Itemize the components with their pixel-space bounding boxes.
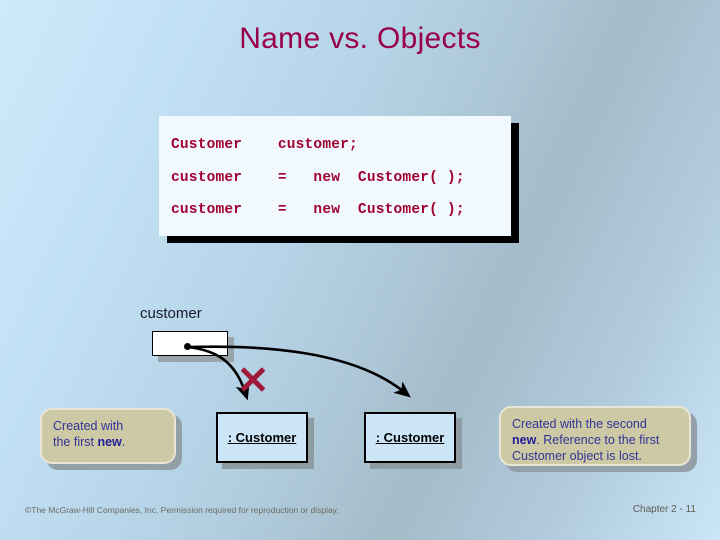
- object-box-label: : Customer: [227, 430, 297, 445]
- callout-text: Created with the second new. Reference to…: [512, 417, 660, 463]
- object-box-second: : Customer: [364, 412, 456, 463]
- page-number: Chapter 2 - 11: [632, 504, 696, 515]
- broken-reference-x-icon: [238, 364, 268, 394]
- code-line: customer = new Customer( );: [171, 170, 465, 186]
- object-box-label: : Customer: [375, 430, 445, 445]
- callout-first-new: Created with the first new.: [40, 408, 176, 464]
- code-block: Customer customer; customer = new Custom…: [159, 116, 511, 236]
- page-title: Name vs. Objects: [239, 22, 481, 55]
- copyright-notice: ©The McGraw-Hill Companies, Inc. Permiss…: [25, 505, 339, 515]
- object-box-first: : Customer: [216, 412, 308, 463]
- code-line: customer = new Customer( );: [171, 202, 465, 218]
- variable-label: customer: [140, 305, 202, 322]
- code-line: Customer customer;: [171, 137, 358, 153]
- reference-dot-icon: [184, 343, 191, 350]
- callout-text: Created with the first new.: [53, 419, 126, 449]
- callout-second-new: Created with the second new. Reference to…: [499, 406, 691, 466]
- slide-canvas: Name vs. Objects Customer customer; cust…: [0, 0, 720, 540]
